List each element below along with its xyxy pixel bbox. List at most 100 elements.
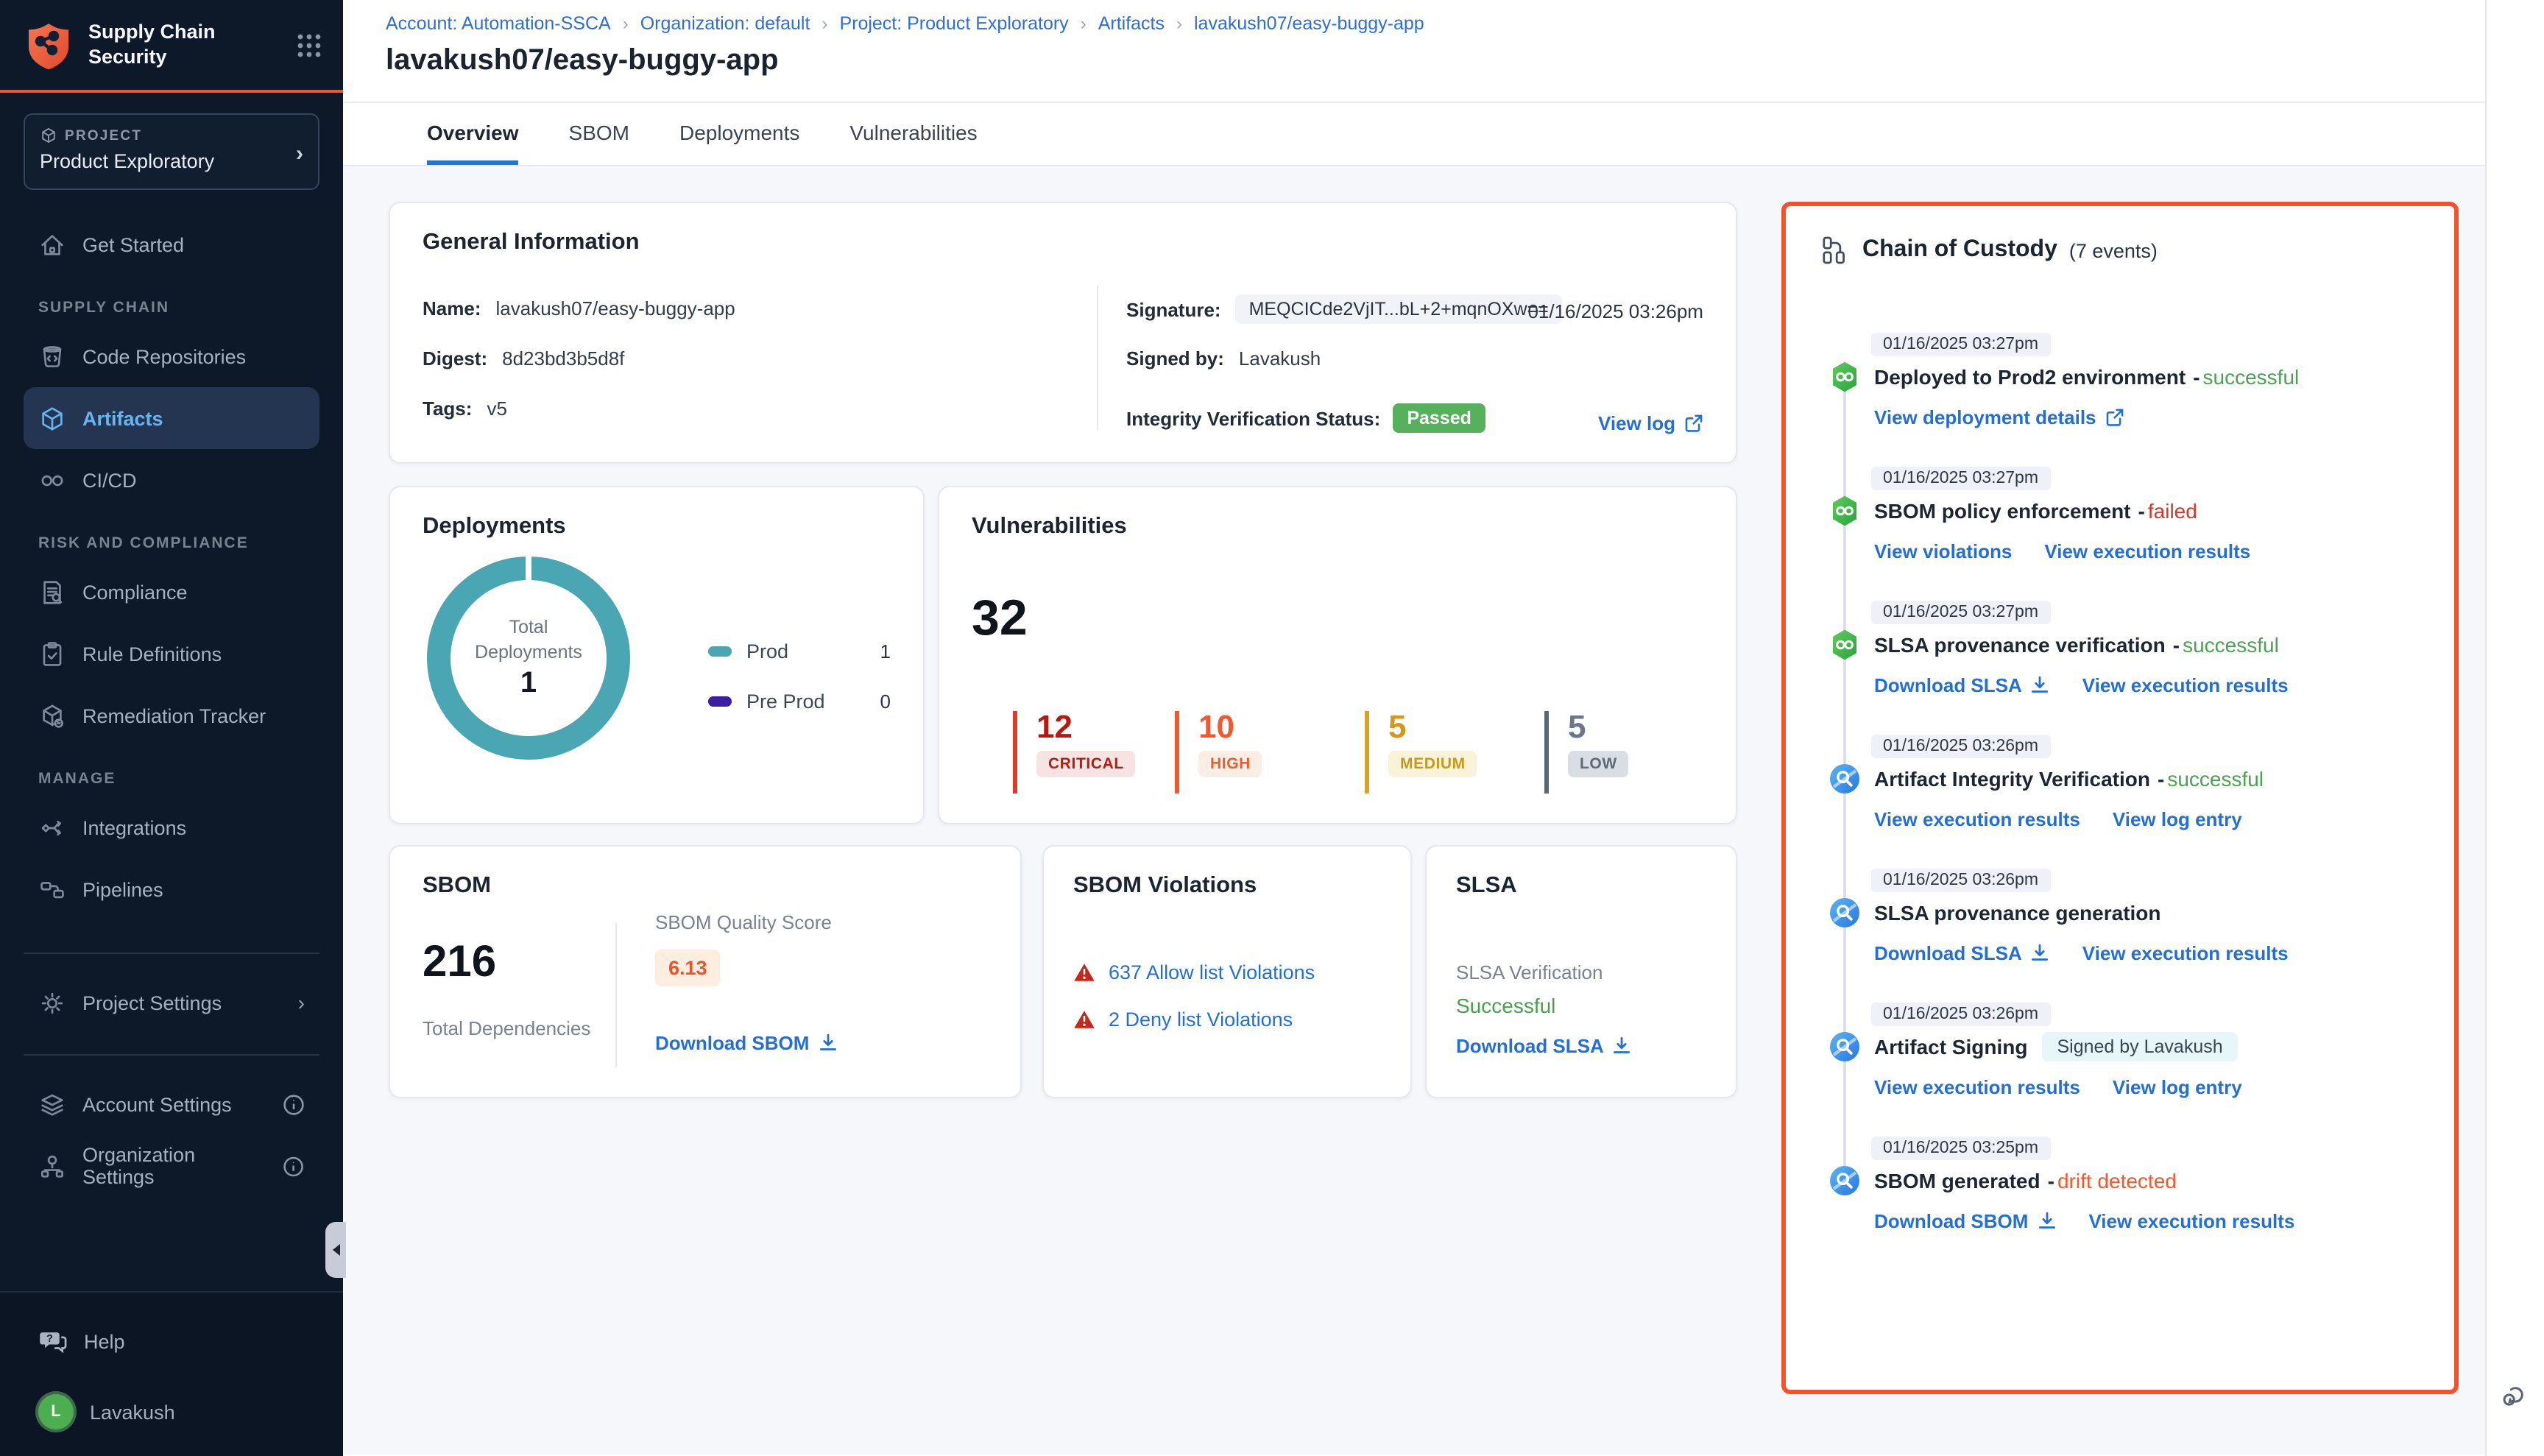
sidebar-header: Supply Chain Security (0, 0, 343, 93)
scs-magnifier-icon (1829, 897, 1861, 929)
download-icon (2037, 1212, 2056, 1231)
download-slsa-link[interactable]: Download SLSA (1874, 941, 2050, 966)
sidebar-item-label: Get Started (82, 233, 184, 255)
sidebar-footer: Help L Lavakush (0, 1291, 343, 1456)
sidebar: Supply Chain Security PROJECT Product Ex… (0, 0, 343, 1456)
event-timestamp: 01/16/2025 03:27pm (1871, 467, 2050, 490)
sidebar-divider (24, 1054, 319, 1056)
sbom-quality-score-value: 6.13 (655, 950, 721, 986)
sidebar-item-help[interactable]: Help (24, 1310, 319, 1372)
event-title: Deployed to Prod2 environment (1874, 365, 2186, 389)
chevron-right-icon: › (298, 991, 305, 1014)
collapse-arrow-icon (332, 1244, 339, 1256)
event-timestamp: 01/16/2025 03:26pm (1871, 1003, 2050, 1026)
allow-list-violations-link[interactable]: 637 Allow list Violations (1109, 961, 1315, 983)
preprod-swatch (708, 696, 732, 707)
view-log-entry-link[interactable]: View log entry (2113, 807, 2242, 832)
help-chat-float-icon[interactable] (2498, 1379, 2531, 1412)
slsa-verification-status: Successful (1456, 994, 1555, 1017)
signed-by-value: Lavakush (1239, 347, 1321, 370)
breadcrumb: Account: Automation-SSCA › Organization:… (386, 13, 2456, 34)
view-execution-results-link[interactable]: View execution results (1874, 1075, 2080, 1100)
view-violations-link[interactable]: View violations (1874, 539, 2012, 564)
legend-item-preprod: Pre Prod 0 (708, 690, 891, 713)
tags-label: Tags: (423, 397, 472, 420)
custody-event-4: 01/16/2025 03:26pm Artifact Integrity Ve… (1829, 732, 2428, 829)
view-execution-results-link[interactable]: View execution results (2088, 1209, 2294, 1234)
integrations-icon (38, 813, 66, 841)
sidebar-collapse-handle[interactable] (325, 1222, 346, 1278)
warning-triangle-icon (1073, 1010, 1095, 1029)
total-deployments-value: 1 (520, 668, 537, 702)
sidebar-item-label: Pipelines (82, 878, 163, 900)
supply-chain-security-app: Supply Chain Security PROJECT Product Ex… (0, 0, 2544, 1456)
download-slsa-link[interactable]: Download SLSA (1456, 1035, 1632, 1057)
sidebar-item-account-settings[interactable]: Account Settings (24, 1073, 319, 1135)
tab-overview[interactable]: Overview (427, 121, 519, 165)
card-title: SBOM (423, 873, 988, 900)
module-title-line1: Supply Chain (88, 21, 296, 45)
event-timestamp: 01/16/2025 03:26pm (1871, 869, 2050, 892)
sidebar-item-artifacts[interactable]: Artifacts (24, 387, 319, 449)
sidebar-item-user[interactable]: L Lavakush (24, 1381, 319, 1443)
download-sbom-link[interactable]: Download SBOM (655, 1032, 837, 1054)
view-execution-results-link[interactable]: View execution results (2044, 539, 2250, 564)
medium-badge: MEDIUM (1388, 751, 1477, 777)
integrity-status-badge: Passed (1392, 403, 1486, 433)
download-icon (1613, 1036, 1632, 1056)
sidebar-item-compliance[interactable]: Compliance (24, 561, 319, 623)
view-execution-results-link[interactable]: View execution results (1874, 807, 2080, 832)
chevron-right-icon: › (1081, 13, 1086, 34)
main-area: Account: Automation-SSCA › Organization:… (343, 0, 2544, 1456)
tab-vulnerabilities[interactable]: Vulnerabilities (849, 121, 977, 165)
sidebar-item-rule-definitions[interactable]: Rule Definitions (24, 623, 319, 685)
view-deployment-details-link[interactable]: View deployment details (1874, 405, 2124, 430)
event-title: SLSA provenance verification (1874, 633, 2166, 657)
section-label-risk-and-compliance: RISK AND COMPLIANCE (38, 534, 319, 552)
event-title: SLSA provenance generation (1874, 901, 2161, 925)
view-execution-results-link[interactable]: View execution results (2082, 941, 2289, 966)
card-title: General Information (423, 230, 1703, 256)
sidebar-item-remediation-tracker[interactable]: Remediation Tracker (24, 685, 319, 746)
sidebar-item-get-started[interactable]: Get Started (24, 213, 319, 275)
tab-deployments[interactable]: Deployments (679, 121, 799, 165)
breadcrumb-organization[interactable]: Organization: default (640, 13, 810, 34)
breadcrumb-artifact-name[interactable]: lavakush07/easy-buggy-app (1194, 13, 1424, 34)
view-log-link[interactable]: View log (1598, 412, 1703, 434)
deny-list-violations-link[interactable]: 2 Deny list Violations (1109, 1008, 1293, 1031)
sidebar-item-label: Compliance (82, 581, 188, 603)
event-title: SBOM generated (1874, 1169, 2041, 1192)
view-log-entry-link[interactable]: View log entry (2113, 1075, 2242, 1100)
module-switcher-grid-icon[interactable] (296, 32, 322, 58)
sidebar-item-integrations[interactable]: Integrations (24, 796, 319, 858)
event-status: successful (2203, 365, 2300, 389)
custody-event-2: 01/16/2025 03:27pm SBOM policy enforceme… (1829, 464, 2428, 561)
tab-sbom[interactable]: SBOM (569, 121, 629, 165)
sidebar-item-label: Code Repositories (82, 345, 246, 367)
sidebar-item-label: Account Settings (82, 1093, 232, 1115)
pipelines-icon (38, 875, 66, 903)
sidebar-item-pipelines[interactable]: Pipelines (24, 858, 319, 920)
event-title: SBOM policy enforcement (1874, 499, 2131, 523)
event-title: Artifact Signing (1874, 1035, 2027, 1059)
sidebar-item-cicd[interactable]: CI/CD (24, 449, 319, 511)
download-slsa-link[interactable]: Download SLSA (1874, 673, 2050, 698)
breadcrumb-artifacts[interactable]: Artifacts (1098, 13, 1165, 34)
download-icon (818, 1033, 837, 1053)
sidebar-item-project-settings[interactable]: Project Settings › (24, 972, 319, 1033)
sidebar-item-organization-settings[interactable]: Organization Settings (24, 1135, 319, 1197)
help-chat-icon (38, 1326, 68, 1356)
download-icon (2031, 944, 2050, 963)
breadcrumb-project[interactable]: Project: Product Exploratory (839, 13, 1068, 34)
breadcrumb-account[interactable]: Account: Automation-SSCA (386, 13, 611, 34)
sidebar-item-code-repositories[interactable]: Code Repositories (24, 325, 319, 387)
total-dependencies-value: 216 (423, 938, 496, 988)
view-execution-results-link[interactable]: View execution results (2082, 673, 2289, 698)
project-selector[interactable]: PROJECT Product Exploratory › (24, 113, 319, 190)
signature-label: Signature: (1126, 298, 1221, 320)
custody-event-1: 01/16/2025 03:27pm Deployed to Prod2 env… (1829, 330, 2428, 427)
signed-by-label: Signed by: (1126, 347, 1224, 370)
download-sbom-link[interactable]: Download SBOM (1874, 1209, 2056, 1234)
high-badge: HIGH (1198, 751, 1262, 777)
section-label-manage: MANAGE (38, 770, 319, 788)
